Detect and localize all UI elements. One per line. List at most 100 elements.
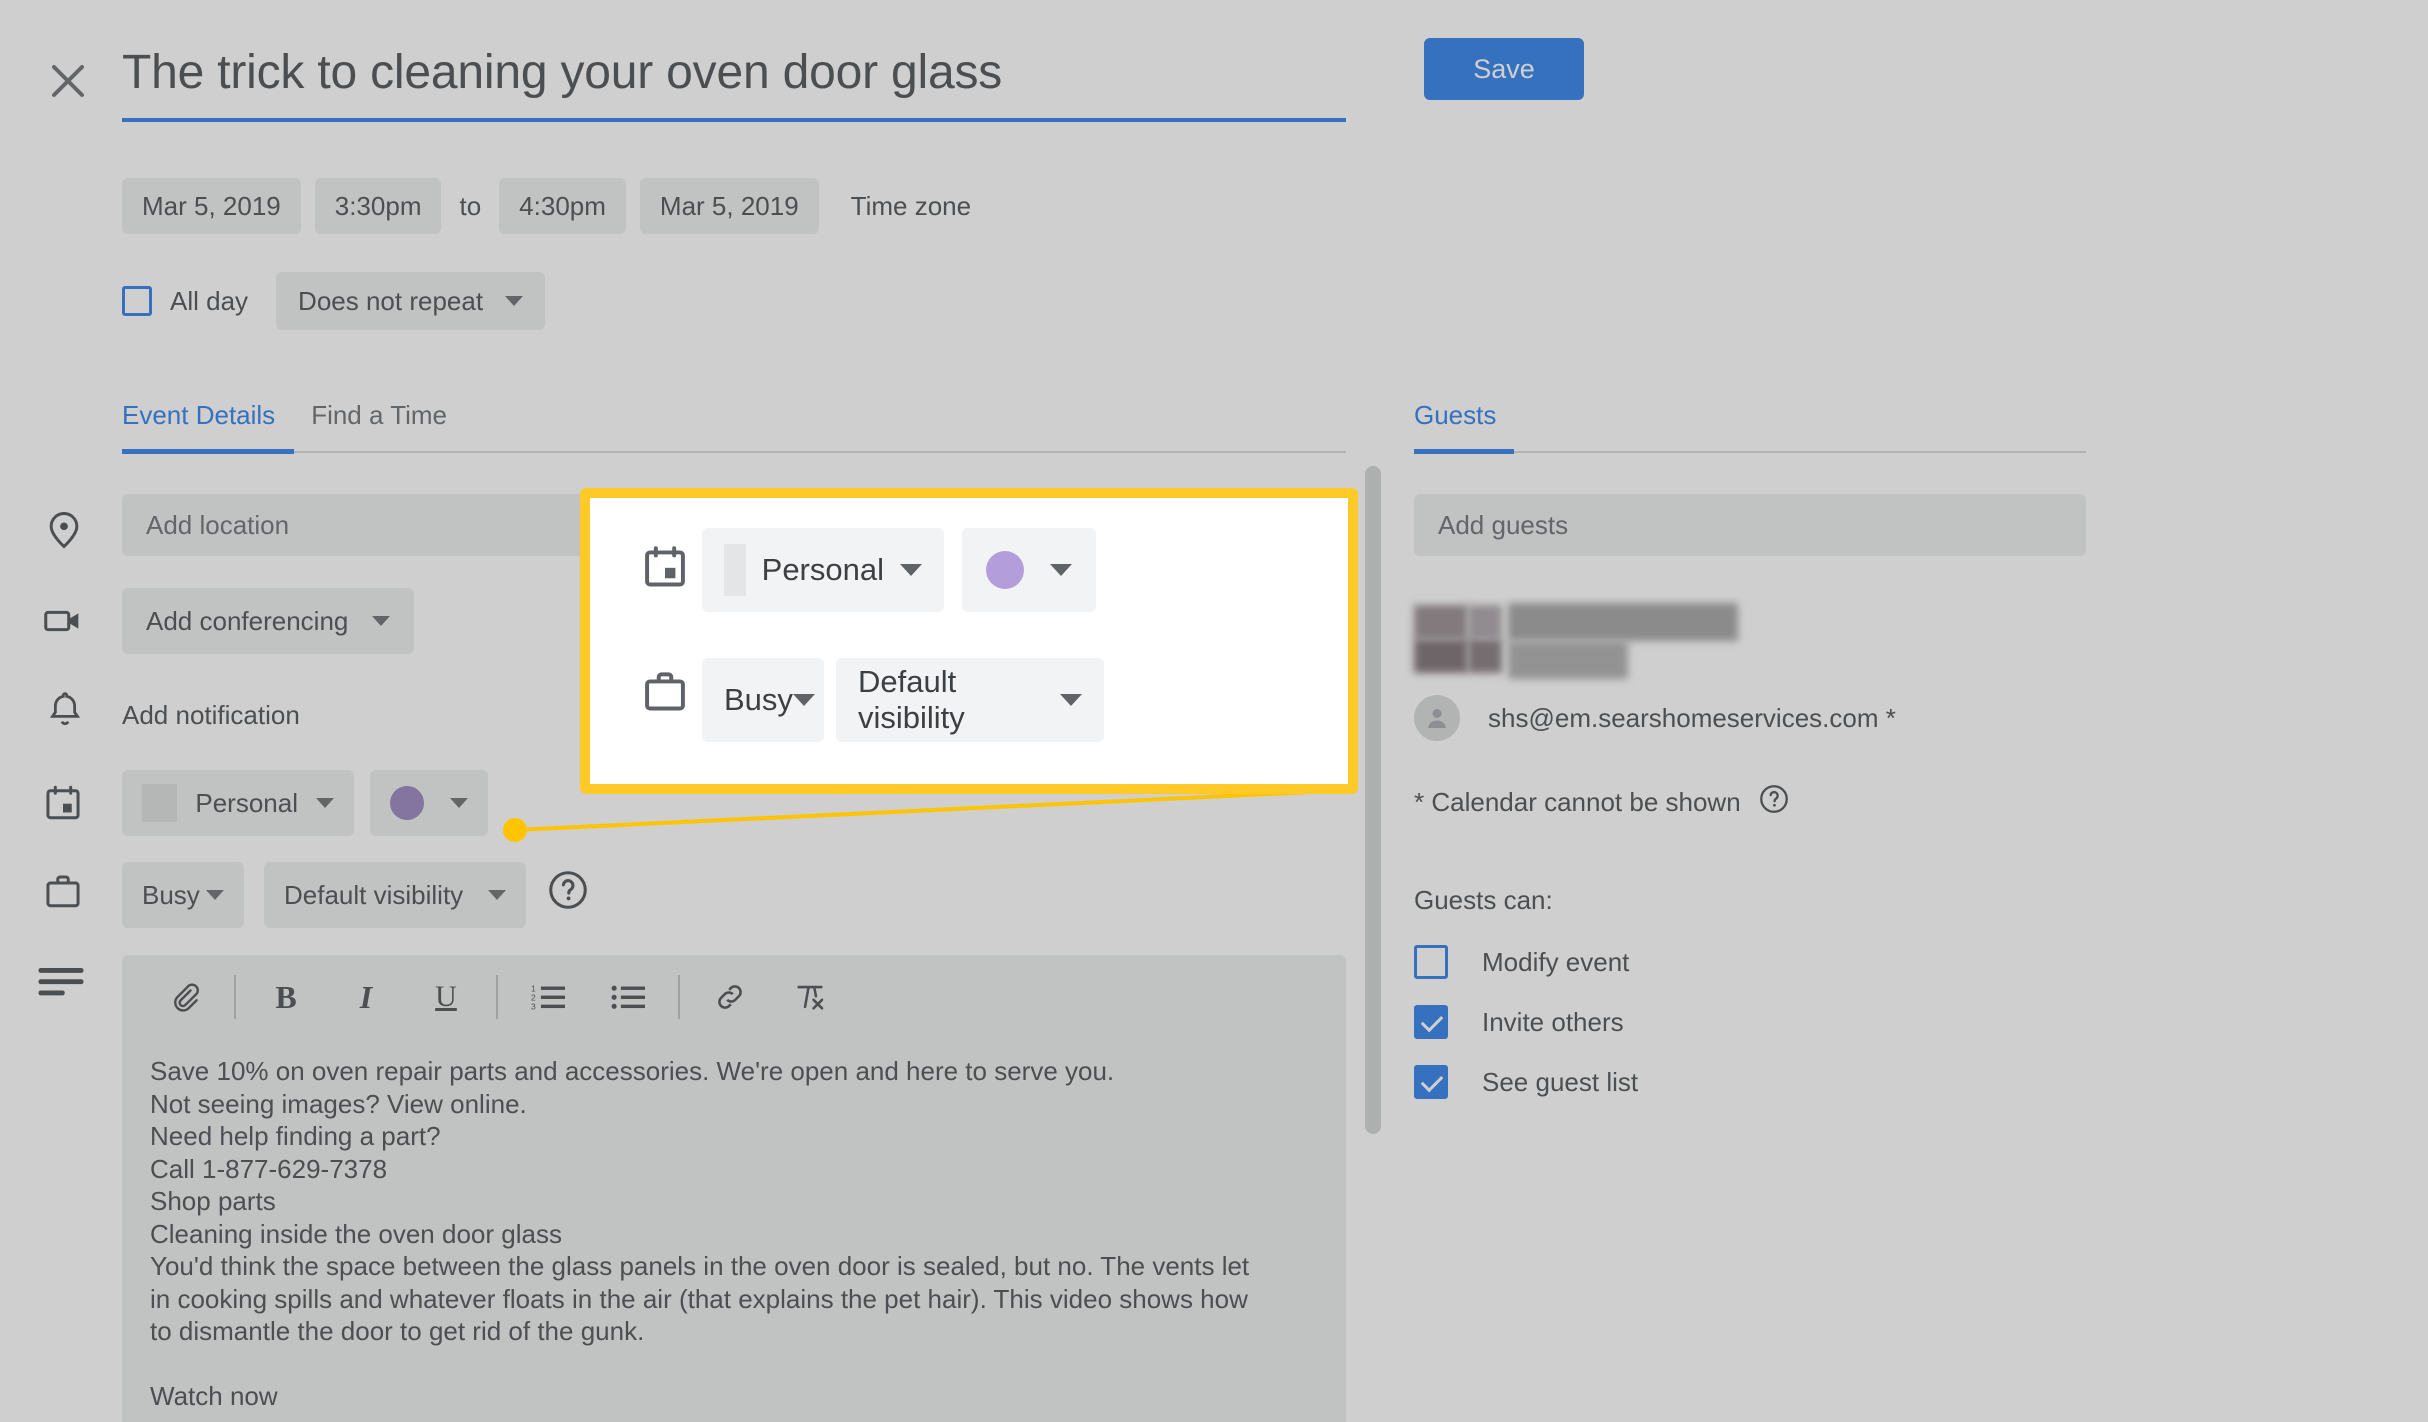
chevron-down-icon xyxy=(1060,694,1082,706)
description-lines-icon xyxy=(38,968,84,1012)
conferencing-dropdown[interactable]: Add conferencing xyxy=(122,588,414,654)
link-icon[interactable] xyxy=(702,969,758,1025)
color-swatch xyxy=(986,551,1024,589)
chevron-down-icon xyxy=(900,564,922,576)
left-tabs-underline xyxy=(122,449,1346,454)
permission-see-guest-list[interactable]: See guest list xyxy=(1414,1065,1638,1099)
all-day-label: All day xyxy=(170,285,249,316)
repeat-label: Does not repeat xyxy=(298,285,484,316)
tab-find-a-time[interactable]: Find a Time xyxy=(311,400,447,451)
description-text: Save 10% on oven repair parts and access… xyxy=(150,1056,1250,1411)
add-notification-button[interactable]: Add notification xyxy=(122,700,300,731)
start-date-chip[interactable]: Mar 5, 2019 xyxy=(122,178,301,234)
guest-email: shs@em.searshomeservices.com * xyxy=(1488,702,1896,733)
scrollbar-thumb[interactable] xyxy=(1365,466,1381,1134)
start-time-chip[interactable]: 3:30pm xyxy=(314,178,442,234)
callout-visibility-dropdown[interactable]: Default visibility xyxy=(836,658,1104,742)
bold-icon[interactable]: B xyxy=(258,969,314,1025)
chevron-down-icon xyxy=(372,616,390,626)
toolbar-divider xyxy=(496,975,498,1019)
guests-can-label: Guests can: xyxy=(1414,885,1553,915)
clear-formatting-icon[interactable] xyxy=(782,969,838,1025)
guest-avatar-redaction xyxy=(1468,605,1502,639)
chevron-down-icon xyxy=(316,798,334,808)
end-time-chip[interactable]: 4:30pm xyxy=(499,178,626,234)
chevron-down-icon xyxy=(792,694,815,706)
permission-invite-others[interactable]: Invite others xyxy=(1414,1005,1624,1039)
calendar-icon xyxy=(640,542,690,597)
modify-event-checkbox[interactable] xyxy=(1414,945,1448,979)
right-tabs-underline xyxy=(1414,449,2086,454)
underline-icon[interactable]: U xyxy=(418,969,474,1025)
visibility-label: Default visibility xyxy=(284,879,464,910)
italic-icon[interactable]: I xyxy=(338,969,394,1025)
title-underline xyxy=(122,118,1346,122)
video-camera-icon xyxy=(40,598,84,642)
tab-guests[interactable]: Guests xyxy=(1414,400,1496,451)
visibility-dropdown[interactable]: Default visibility xyxy=(264,862,526,928)
callout-busy-dropdown[interactable]: Busy xyxy=(702,658,824,742)
guest-avatar-redaction xyxy=(1414,605,1468,639)
calendar-icon xyxy=(42,782,86,826)
color-dropdown[interactable] xyxy=(370,770,488,836)
left-tabs: Event Details Find a Time xyxy=(122,400,1346,454)
busy-label: Busy xyxy=(142,879,200,910)
all-day-checkbox[interactable] xyxy=(122,286,152,316)
callout-calendar-dropdown[interactable]: Personal xyxy=(702,528,944,612)
add-guests-input[interactable]: Add guests xyxy=(1414,494,2086,556)
callout-busy-label: Busy xyxy=(724,682,793,717)
recurrence-row: All day Does not repeat xyxy=(122,272,546,330)
callout-calendar-label: Personal xyxy=(761,552,884,587)
description-toolbar: B I U 1 2 3 xyxy=(122,955,1346,1039)
permission-modify-event[interactable]: Modify event xyxy=(1414,945,1629,979)
numbered-list-icon[interactable]: 1 2 3 xyxy=(520,969,576,1025)
conferencing-label: Add conferencing xyxy=(146,605,349,636)
bell-icon xyxy=(44,688,88,732)
busy-dropdown[interactable]: Busy xyxy=(122,862,244,928)
chevron-down-icon xyxy=(488,890,506,900)
highlight-callout: Personal Busy Default visibility xyxy=(580,488,1358,794)
page-title: The trick to cleaning your oven door gla… xyxy=(122,46,1003,99)
repeat-dropdown[interactable]: Does not repeat xyxy=(276,272,546,330)
calendar-note-text: * Calendar cannot be shown xyxy=(1414,787,1741,817)
guest-name-redaction xyxy=(1508,641,1628,679)
chevron-down-icon xyxy=(505,296,524,306)
timezone-button[interactable]: Time zone xyxy=(819,191,971,222)
guest-avatar-redaction xyxy=(1414,639,1468,673)
see-guest-list-checkbox[interactable] xyxy=(1414,1065,1448,1099)
guest-name-redaction xyxy=(1508,603,1738,641)
end-date-chip[interactable]: Mar 5, 2019 xyxy=(639,178,819,234)
callout-color-dropdown[interactable] xyxy=(962,528,1096,612)
toolbar-divider xyxy=(678,975,680,1019)
calendar-label: Personal xyxy=(195,787,298,818)
help-circle-icon[interactable] xyxy=(545,867,591,918)
tab-event-details[interactable]: Event Details xyxy=(122,400,275,451)
permission-label: Modify event xyxy=(1482,946,1630,977)
close-icon[interactable] xyxy=(42,55,94,107)
chevron-down-icon xyxy=(206,890,224,900)
datetime-row: Mar 5, 2019 3:30pm to 4:30pm Mar 5, 2019… xyxy=(122,178,971,234)
bulleted-list-icon[interactable] xyxy=(600,969,656,1025)
invite-others-checkbox[interactable] xyxy=(1414,1005,1448,1039)
chevron-down-icon xyxy=(450,798,468,808)
to-label: to xyxy=(459,190,482,221)
svg-text:3: 3 xyxy=(531,1002,536,1012)
help-circle-icon[interactable] xyxy=(1757,782,1791,823)
calendar-owner-redaction xyxy=(142,784,178,822)
avatar xyxy=(1414,695,1460,741)
calendar-owner-redaction xyxy=(724,544,746,596)
chevron-down-icon xyxy=(1050,564,1072,576)
toolbar-divider xyxy=(234,975,236,1019)
guest-list-item[interactable]: shs@em.searshomeservices.com * xyxy=(1414,695,1896,741)
screenshot-root: The trick to cleaning your oven door gla… xyxy=(0,0,2428,1422)
calendar-dropdown[interactable]: Personal xyxy=(122,770,354,836)
description-editor[interactable]: B I U 1 2 3 Save 10% on oven repair part… xyxy=(122,955,1346,1422)
color-swatch xyxy=(390,786,424,820)
right-tabs: Guests xyxy=(1414,400,2086,454)
permission-label: See guest list xyxy=(1482,1066,1639,1097)
callout-visibility-label: Default visibility xyxy=(858,664,965,735)
event-title-field[interactable]: The trick to cleaning your oven door gla… xyxy=(122,42,1346,122)
save-button[interactable]: Save xyxy=(1424,38,1584,100)
attach-icon[interactable] xyxy=(156,969,212,1025)
calendar-note: * Calendar cannot be shown xyxy=(1414,782,1791,823)
